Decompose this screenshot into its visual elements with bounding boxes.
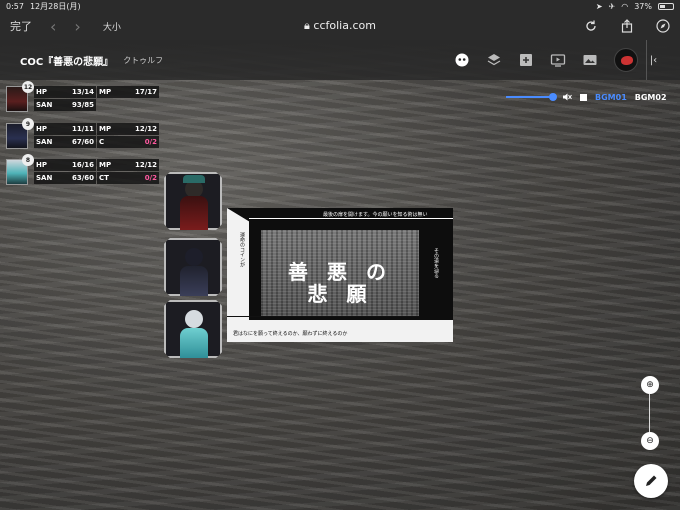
airplane-icon: ✈ <box>608 1 616 11</box>
bgm-controls: BGM01 BGM02 <box>506 92 667 102</box>
battery-percent: 37% <box>634 1 652 11</box>
user-avatar[interactable] <box>614 48 638 72</box>
mute-icon[interactable] <box>562 92 572 102</box>
video-screen-icon[interactable] <box>550 52 566 68</box>
character-piece-1[interactable] <box>164 172 222 230</box>
piece-head <box>185 248 203 266</box>
zoom-out-icon[interactable]: ⊖ <box>641 432 659 450</box>
status-bar: 0:57 12月28日(月) ➤ ✈ ◠ 37% <box>0 0 680 12</box>
back-chevron-icon[interactable]: ‹ <box>50 17 56 36</box>
stat-hp: HP 11/11 <box>34 123 96 135</box>
collapse-panel-icon[interactable]: |‹ <box>646 40 660 80</box>
text-size-button[interactable]: 大小 <box>103 20 121 33</box>
edit-pencil-button[interactable] <box>634 464 668 498</box>
zoom-in-icon[interactable]: ⊕ <box>641 376 659 394</box>
stat-hp: HP 13/14 <box>34 86 96 98</box>
lock-icon: 🔒︎ <box>304 19 310 32</box>
initiative-badge: 12 <box>22 81 34 93</box>
layers-icon[interactable] <box>486 52 502 68</box>
status-time: 0:57 <box>6 1 24 11</box>
board-stage[interactable]: COC『善悪の悲願』 クトゥルフ |‹ BGM01 BGM02 12 HP 13/… <box>0 40 680 510</box>
character-status-3[interactable]: 8 HP 16/16 MP 12/12 SAN 63/60 CT 0/2 <box>6 154 160 185</box>
piece-head <box>185 310 203 328</box>
volume-knob[interactable] <box>549 93 557 101</box>
wifi-icon: ◠ <box>621 1 629 11</box>
compass-icon[interactable] <box>656 19 670 33</box>
stat-c: C 0/2 <box>97 136 159 148</box>
character-piece-2[interactable] <box>164 238 222 296</box>
browser-toolbar: 🔒︎ ccfolia.com 完了 ‹ › 大小 <box>0 12 680 40</box>
card-bottom-text: 君はなにを願って終えるのか、願わずに終えるのか <box>233 331 348 337</box>
initiative-badge: 8 <box>22 154 34 166</box>
forward-chevron-icon[interactable]: › <box>74 17 80 36</box>
dice-bot-icon[interactable] <box>454 52 470 68</box>
battery-icon <box>658 2 674 10</box>
volume-slider[interactable] <box>506 93 557 101</box>
bgm02-button[interactable]: BGM02 <box>635 93 667 102</box>
piece-body <box>180 328 208 358</box>
stat-san: SAN 67/60 <box>34 136 96 148</box>
character-piece-3[interactable] <box>164 300 222 358</box>
add-panel-icon[interactable] <box>518 52 534 68</box>
stat-mp: MP 12/12 <box>97 123 159 135</box>
stop-icon[interactable] <box>580 93 587 101</box>
scene-image-icon[interactable] <box>582 52 598 68</box>
zoom-controls: ⊕ ⊖ <box>640 376 660 452</box>
room-subtitle: クトゥルフ <box>123 55 164 65</box>
card-bottom-rule <box>227 316 419 317</box>
character-status-2[interactable]: 9 HP 11/11 MP 12/12 SAN 67/60 C 0/2 <box>6 118 160 149</box>
room-title: COC『善悪の悲願』 <box>20 56 114 68</box>
character-status-1[interactable]: 12 HP 13/14 MP 17/17 SAN 93/85 <box>6 81 160 112</box>
initiative-badge: 9 <box>22 118 34 130</box>
room-header: COC『善悪の悲願』 クトゥルフ |‹ <box>0 40 680 80</box>
card-title-line2: 悲 願 <box>307 282 373 306</box>
share-icon[interactable] <box>620 19 634 33</box>
zoom-track[interactable] <box>649 394 650 434</box>
done-button[interactable]: 完了 <box>10 18 32 34</box>
pencil-icon <box>646 475 657 486</box>
scenario-title-card[interactable]: 最後の扉を開けます。今の願いを知る術は無い 君はなにを願って終えるのか、願わずに… <box>227 208 453 342</box>
stat-mp: MP 12/12 <box>97 159 159 171</box>
status-date: 12月28日(月) <box>29 1 81 11</box>
stat-san: SAN 93/85 <box>34 99 96 111</box>
stat-hp: HP 16/16 <box>34 159 96 171</box>
stat-ct: CT 0/2 <box>97 172 159 184</box>
stat-mp: MP 17/17 <box>97 86 159 98</box>
reload-icon[interactable] <box>584 19 598 33</box>
piece-body <box>180 266 208 296</box>
piece-hat <box>183 175 205 183</box>
stat-san: SAN 63/60 <box>34 172 96 184</box>
piece-body <box>180 196 208 230</box>
bgm01-button[interactable]: BGM01 <box>595 93 627 102</box>
location-icon: ➤ <box>595 1 603 11</box>
url-text: ccfolia.com <box>313 19 376 32</box>
card-top-rule <box>249 218 453 219</box>
card-top-text: 最後の扉を開けます。今の願いを知る術は無い <box>323 212 428 218</box>
